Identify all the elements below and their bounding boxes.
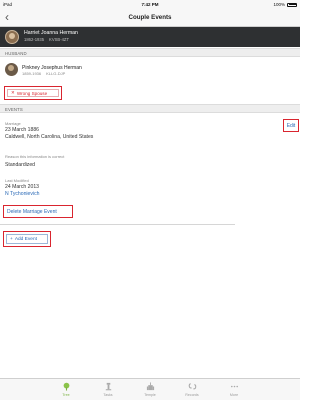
edit-button[interactable]: Edit xyxy=(284,120,298,131)
records-icon xyxy=(188,383,196,390)
tab-bar: Tree Tasks Temple Records More xyxy=(0,378,300,400)
focus-person-years: 1862-1935 xyxy=(24,37,45,42)
events-section-header: EVENTS xyxy=(0,104,300,113)
more-icon xyxy=(230,385,238,388)
close-icon: ✕ xyxy=(11,90,15,95)
battery-icon xyxy=(287,2,297,7)
tab-temple[interactable]: Temple xyxy=(129,379,171,400)
battery-indicator: 100% xyxy=(273,2,297,7)
plus-icon: + xyxy=(10,236,13,242)
tasks-icon xyxy=(105,382,111,391)
delete-marriage-event-button[interactable]: Delete Marriage Event xyxy=(4,206,72,217)
divider xyxy=(0,224,235,225)
add-event-highlight: + Add Event xyxy=(3,231,51,247)
wrong-spouse-label: Wrong Spouse xyxy=(16,90,48,96)
tab-tree[interactable]: Tree xyxy=(45,379,87,400)
edit-highlight: Edit xyxy=(283,119,299,132)
husband-section-header: HUSBAND xyxy=(0,48,300,57)
add-event-label: Add Event xyxy=(14,236,37,242)
battery-percent: 100% xyxy=(273,2,285,7)
focus-person-avatar xyxy=(5,30,19,44)
wrong-spouse-highlight: ✕ Wrong Spouse xyxy=(4,86,62,100)
tab-tasks[interactable]: Tasks xyxy=(87,379,129,400)
temple-icon xyxy=(146,382,154,391)
reason-label: Reason this information is correct xyxy=(5,154,65,159)
tab-more-label: More xyxy=(229,392,239,397)
tab-tasks-label: Tasks xyxy=(103,392,113,397)
tab-more[interactable]: More xyxy=(213,379,255,400)
focus-person-id: KVSB-4ZT xyxy=(49,37,70,42)
tab-temple-label: Temple xyxy=(144,392,156,397)
spouse-years: 1859-1936 xyxy=(22,71,42,76)
last-modified-label: Last Modified xyxy=(5,178,29,183)
events-section-label: EVENTS xyxy=(5,107,23,112)
tab-records-label: Records xyxy=(185,392,199,397)
spouse-meta: 1859-1936 KLLG-DJP xyxy=(22,71,65,76)
clock: 7:42 PM xyxy=(141,2,159,7)
spouse-row[interactable]: Pinkney Josephus Herman 1859-1936 KLLG-D… xyxy=(0,59,300,81)
spouse-id: KLLG-DJP xyxy=(46,71,66,76)
focus-person-name: Harriet Joanna Herman xyxy=(24,30,78,36)
focus-person-meta: 1862-1935 KVSB-4ZT xyxy=(24,37,69,42)
reason-value: Standardized xyxy=(5,162,36,168)
tab-tree-label: Tree xyxy=(62,392,70,397)
marriage-date: 23 March 1886 xyxy=(5,127,39,133)
marriage-label: Marriage xyxy=(5,121,21,126)
status-bar: iPad 7:42 PM 100% xyxy=(0,0,300,9)
page-title: Couple Events xyxy=(128,14,172,21)
delete-highlight: Delete Marriage Event xyxy=(3,205,73,218)
tree-icon xyxy=(63,382,69,391)
nav-bar: ‹ Couple Events xyxy=(0,9,300,27)
focus-person-header[interactable]: Harriet Joanna Herman 1862-1935 KVSB-4ZT xyxy=(0,27,300,47)
last-modified-by[interactable]: N Tychonievich xyxy=(5,191,39,197)
wrong-spouse-button[interactable]: ✕ Wrong Spouse xyxy=(7,89,59,97)
marriage-place: Caldwell, North Carolina, United States xyxy=(5,134,94,140)
add-event-button[interactable]: + Add Event xyxy=(6,234,48,244)
last-modified-date: 24 March 2013 xyxy=(5,184,39,190)
spouse-avatar xyxy=(5,63,18,76)
husband-section-label: HUSBAND xyxy=(5,51,27,56)
tab-records[interactable]: Records xyxy=(171,379,213,400)
